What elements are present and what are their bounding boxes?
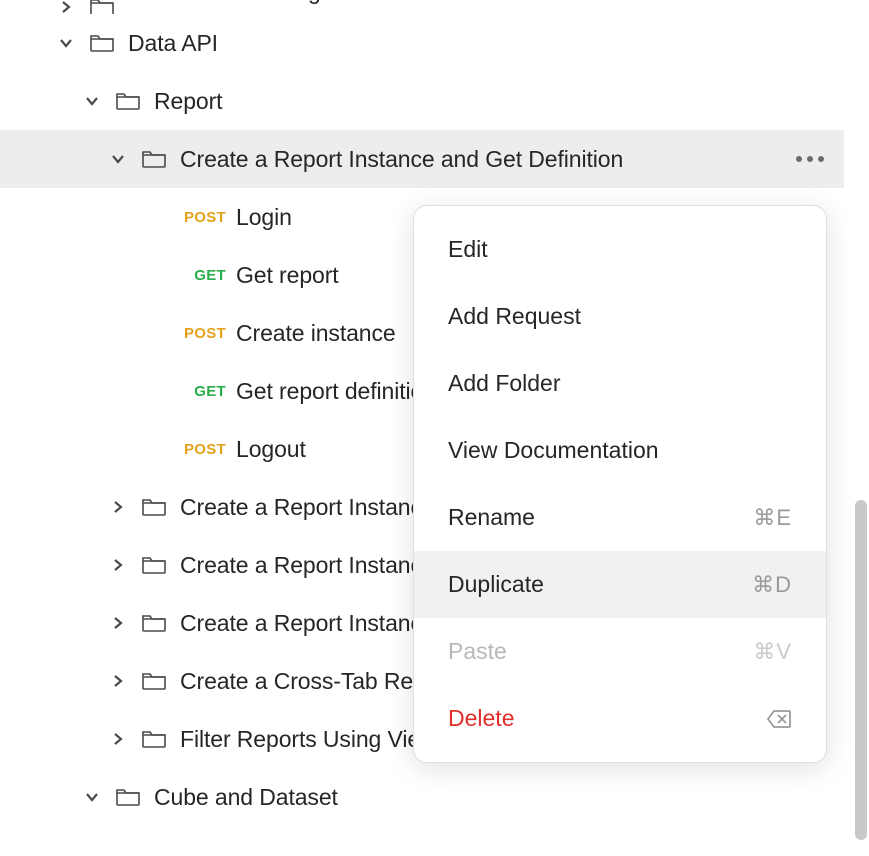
tree-item-label: Report	[154, 88, 222, 115]
tree-item-label: Get report	[236, 262, 339, 289]
folder-icon	[90, 0, 114, 14]
backspace-delete-icon	[766, 709, 792, 729]
folder-icon	[142, 670, 166, 692]
menu-item-label: Duplicate	[448, 571, 544, 598]
tree-item-report[interactable]: Report	[0, 72, 844, 130]
tree-item-cube-and-dataset[interactable]: Cube and Dataset	[0, 768, 844, 826]
scrollbar-thumb[interactable]	[855, 500, 867, 840]
folder-icon	[142, 148, 166, 170]
chevron-down-icon	[82, 91, 102, 111]
tree-item-label: Datasource Management	[128, 0, 384, 5]
menu-item-duplicate[interactable]: Duplicate ⌘D	[414, 551, 826, 618]
chevron-right-icon	[108, 613, 128, 633]
tree-item-label: Create a Report Instance and Get Definit…	[180, 146, 623, 173]
menu-item-label: Add Folder	[448, 370, 561, 397]
menu-item-label: Delete	[448, 705, 514, 732]
keyboard-shortcut: ⌘V	[753, 639, 792, 665]
keyboard-shortcut: ⌘D	[752, 572, 792, 598]
tree-item-datasource-management[interactable]: Datasource Management	[0, 0, 844, 14]
folder-icon	[116, 786, 140, 808]
tree-item-data-api[interactable]: Data API	[0, 14, 844, 72]
tree-item-label: Data API	[128, 30, 218, 57]
folder-icon	[116, 90, 140, 112]
method-badge-post: POST	[178, 325, 226, 342]
menu-item-edit[interactable]: Edit	[414, 216, 826, 283]
menu-item-add-folder[interactable]: Add Folder	[414, 350, 826, 417]
folder-icon	[142, 728, 166, 750]
menu-item-label: Rename	[448, 504, 535, 531]
method-badge-get: GET	[178, 267, 226, 284]
tree-item-label: Create a Report Instance	[180, 552, 435, 579]
folder-icon	[142, 612, 166, 634]
chevron-down-icon	[56, 33, 76, 53]
tree-item-label: Create a Cross-Tab Report	[180, 668, 452, 695]
menu-item-add-request[interactable]: Add Request	[414, 283, 826, 350]
menu-item-label: Paste	[448, 638, 507, 665]
menu-item-label: Add Request	[448, 303, 581, 330]
menu-item-label: Edit	[448, 236, 488, 263]
method-badge-post: POST	[178, 209, 226, 226]
tree-item-create-report-instance-get-definition[interactable]: Create a Report Instance and Get Definit…	[0, 130, 844, 188]
keyboard-shortcut: ⌘E	[753, 505, 792, 531]
folder-icon	[142, 496, 166, 518]
menu-item-delete[interactable]: Delete	[414, 685, 826, 752]
chevron-right-icon	[108, 729, 128, 749]
chevron-down-icon	[82, 787, 102, 807]
menu-item-paste: Paste ⌘V	[414, 618, 826, 685]
folder-icon	[90, 32, 114, 54]
menu-item-label: View Documentation	[448, 437, 659, 464]
tree-item-label: Cube and Dataset	[154, 784, 338, 811]
tree-item-label: Create a Report Instance	[180, 494, 435, 521]
tree-item-label: Logout	[236, 436, 306, 463]
tree-item-label: Get report definition	[236, 378, 436, 405]
tree-item-label: Create instance	[236, 320, 396, 347]
chevron-right-icon	[108, 497, 128, 517]
chevron-down-icon	[108, 149, 128, 169]
menu-item-view-documentation[interactable]: View Documentation	[414, 417, 826, 484]
chevron-right-icon	[108, 671, 128, 691]
chevron-right-icon	[108, 555, 128, 575]
method-badge-post: POST	[178, 441, 226, 458]
more-options-button[interactable]	[796, 156, 824, 162]
folder-icon	[142, 554, 166, 576]
tree-item-label: Create a Report Instance	[180, 610, 435, 637]
tree-item-label: Login	[236, 204, 292, 231]
method-badge-get: GET	[178, 383, 226, 400]
chevron-right-icon	[56, 0, 76, 14]
context-menu: Edit Add Request Add Folder View Documen…	[413, 205, 827, 763]
menu-item-rename[interactable]: Rename ⌘E	[414, 484, 826, 551]
